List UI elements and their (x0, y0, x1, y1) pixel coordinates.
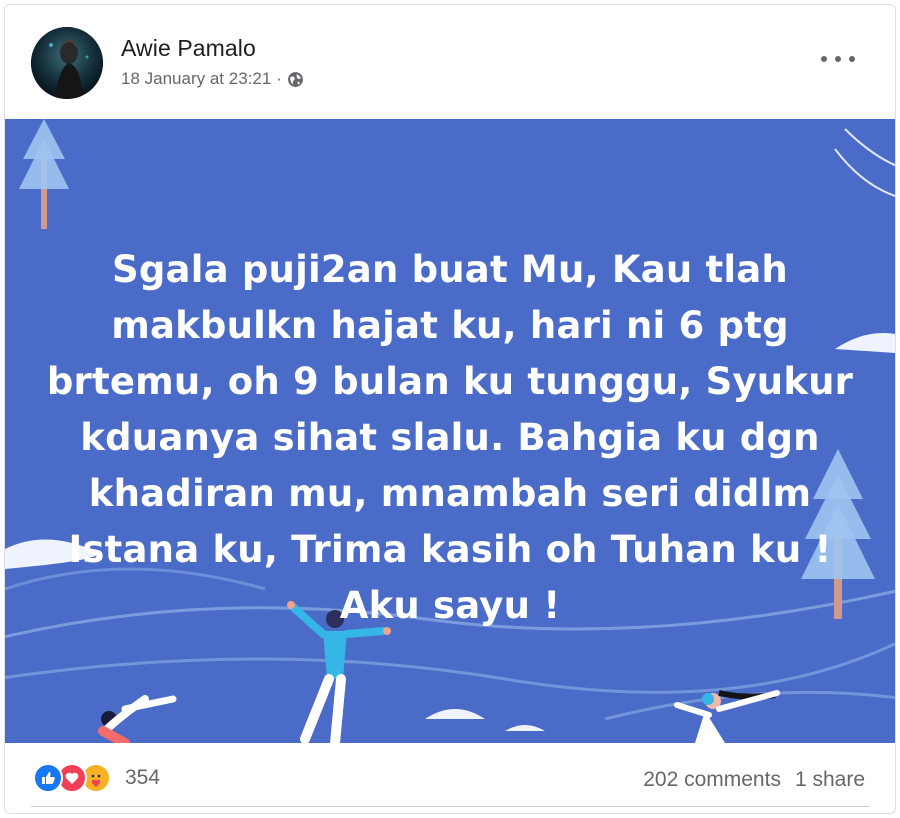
more-options-button[interactable] (821, 49, 855, 69)
post-text: Sgala puji2an buat Mu, Kau tlah makbulkn… (45, 242, 855, 634)
meta-separator: · (276, 69, 282, 88)
tree-left (19, 119, 69, 229)
post-text-line: Sgala puji2an buat Mu, Kau tlah (112, 248, 788, 291)
post-meta: 18 January at 23:21 · (121, 69, 304, 89)
post-text-line: kduanya sihat slalu. Bahgia ku dgn (80, 416, 820, 459)
shares-link[interactable]: 1 share (795, 768, 865, 792)
post-image[interactable]: Sgala puji2an buat Mu, Kau tlah makbulkn… (5, 119, 895, 743)
like-icon (33, 763, 63, 793)
person-left (98, 695, 177, 743)
post-stats: 202 comments 1 share (643, 768, 865, 792)
post-text-line: Aku sayu ! (339, 584, 561, 627)
post-header: Awie Pamalo 18 January at 23:21 · (5, 5, 895, 117)
more-dot (835, 56, 841, 62)
author-avatar[interactable] (31, 27, 103, 99)
post-card: Awie Pamalo 18 January at 23:21 · Sgala … (4, 4, 896, 814)
more-dot (849, 56, 855, 62)
more-options-icon (821, 56, 827, 62)
post-footer: 354 202 comments 1 share (5, 745, 895, 813)
reaction-count: 354 (125, 766, 161, 789)
globe-icon[interactable] (287, 71, 304, 88)
avatar-image (31, 27, 103, 99)
reactions-summary[interactable]: 354 (33, 763, 160, 793)
post-text-line: brtemu, oh 9 bulan ku tunggu, Syukur (46, 360, 854, 403)
post-text-line: makbulkn hajat ku, hari ni 6 ptg (111, 304, 789, 347)
footer-divider (31, 806, 869, 807)
comments-link[interactable]: 202 comments (643, 768, 781, 792)
post-text-line: khadiran mu, mnambah seri didlm (88, 472, 812, 515)
post-timestamp[interactable]: 18 January at 23:21 (121, 69, 271, 89)
post-text-line: Istana ku, Trima kasih oh Tuhan ku ! (68, 528, 832, 571)
author-name[interactable]: Awie Pamalo (121, 35, 256, 62)
